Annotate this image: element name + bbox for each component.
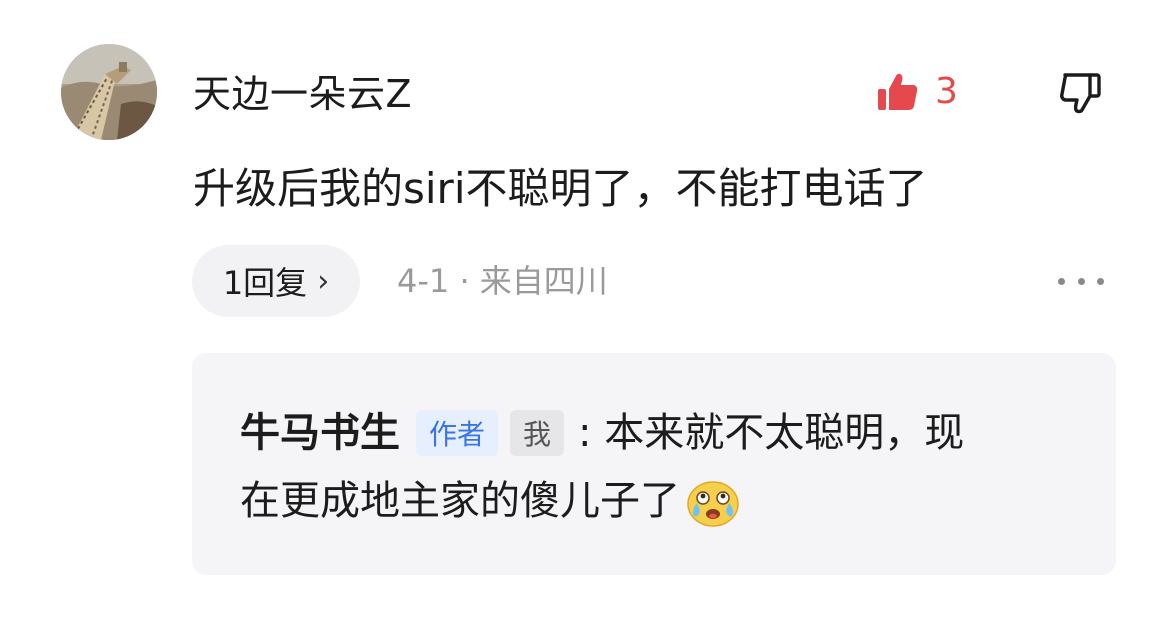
avatar[interactable]	[61, 44, 157, 140]
reply-first-line: 牛马书生 作者 我 : 本来就不太聪明，现	[240, 405, 964, 461]
view-replies-button[interactable]: 1回复 ›	[192, 245, 360, 317]
reply-second-line: 在更成地主家的傻儿子了	[240, 471, 742, 531]
reply-text-line2: 在更成地主家的傻儿子了	[240, 478, 680, 524]
thumbs-up-icon	[876, 70, 920, 114]
chevron-right-icon: ›	[317, 263, 330, 299]
reply-author[interactable]: 牛马书生	[240, 405, 400, 461]
comment-text: 升级后我的siri不聪明了，不能打电话了	[193, 164, 928, 213]
crying-laughing-emoji-icon	[684, 472, 742, 530]
reply-text-line1: : 本来就不太聪明，现	[578, 410, 965, 456]
author-badge: 作者	[416, 410, 499, 456]
more-dots-icon[interactable]	[1058, 276, 1104, 286]
great-wall-photo	[61, 44, 157, 140]
reply-preview[interactable]: 牛马书生 作者 我 : 本来就不太聪明，现 在更成地主家的傻儿子了	[192, 353, 1116, 575]
comment-meta: 4-1 · 来自四川	[397, 262, 608, 300]
like-button[interactable]: 3	[876, 66, 958, 118]
comment-username[interactable]: 天边一朵云Z	[193, 70, 412, 118]
thumbs-down-icon	[1057, 69, 1103, 115]
reply-count-label: 1回复	[222, 264, 308, 302]
me-badge: 我	[510, 410, 565, 456]
dislike-button[interactable]	[1057, 69, 1103, 115]
like-count: 3	[935, 71, 958, 112]
